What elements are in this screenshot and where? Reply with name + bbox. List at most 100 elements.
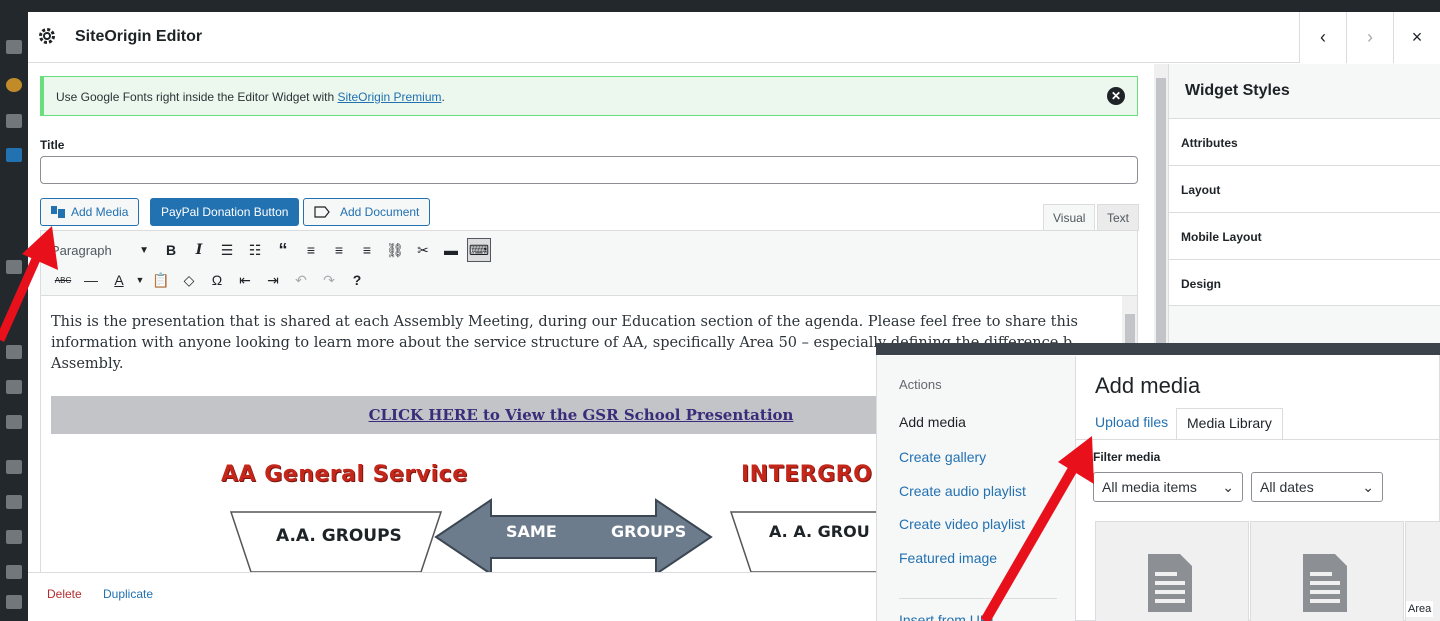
chevron-down-icon: ▼ [139, 244, 149, 256]
text-color-icon[interactable]: A [107, 268, 131, 292]
media-item[interactable] [1095, 521, 1249, 621]
outdent-icon[interactable]: ⇤ [233, 268, 257, 292]
delete-link[interactable]: Delete [47, 587, 82, 601]
format-select-value: Paragraph [51, 242, 112, 258]
diagram-box-right: A. A. GROU [769, 522, 870, 541]
help-icon[interactable]: ? [345, 268, 369, 292]
dismiss-icon[interactable]: ✕ [1107, 87, 1125, 105]
notice-text: Use Google Fonts right inside the Editor… [56, 90, 445, 104]
menu-icon[interactable] [6, 530, 22, 544]
title-input[interactable] [40, 156, 1138, 184]
tab-visual[interactable]: Visual [1043, 204, 1096, 231]
menu-icon[interactable] [6, 495, 22, 509]
duplicate-link[interactable]: Duplicate [103, 587, 153, 601]
sidebar-item-layout[interactable]: Layout [1169, 165, 1440, 212]
menu-icon[interactable] [6, 565, 22, 579]
admin-sidebar [0, 0, 28, 621]
read-more-icon[interactable]: ▬ [439, 238, 463, 262]
menu-item-create-video-playlist[interactable]: Create video playlist [899, 516, 1025, 532]
menu-item-create-audio-playlist[interactable]: Create audio playlist [899, 483, 1026, 499]
sidebar-item-mobile-layout[interactable]: Mobile Layout [1169, 212, 1440, 259]
toolbar-toggle-icon[interactable]: ⌨ [467, 238, 491, 262]
menu-divider [899, 598, 1057, 599]
menu-icon[interactable] [6, 345, 22, 359]
admin-bar [0, 0, 1440, 12]
diagram-arrow-left: SAME [506, 522, 557, 541]
bullet-list-icon[interactable]: ☰ [215, 238, 239, 262]
add-document-label: Add Document [340, 205, 420, 219]
align-center-icon[interactable]: ≡ [327, 238, 351, 262]
filter-media-label: Filter media [1093, 450, 1161, 464]
modal-title: SiteOrigin Editor [75, 28, 203, 45]
clear-formatting-icon[interactable]: ◇ [177, 268, 201, 292]
paste-text-icon[interactable]: 📋 [149, 268, 173, 292]
sidebar-item-attributes[interactable]: Attributes [1169, 118, 1440, 165]
media-type-filter[interactable]: All media items ⌄ [1093, 472, 1243, 502]
title-label: Title [40, 138, 65, 152]
chevron-down-icon: ⌄ [1222, 479, 1234, 495]
unlink-icon[interactable]: ✂ [411, 238, 435, 262]
menu-item-create-gallery[interactable]: Create gallery [899, 449, 986, 465]
horizontal-line-icon[interactable]: — [79, 268, 103, 292]
menu-icon[interactable] [6, 40, 22, 54]
tab-text[interactable]: Text [1097, 204, 1140, 231]
overlay-top-strip [876, 343, 1440, 355]
paypal-donation-button[interactable]: PayPal Donation Button [150, 198, 300, 226]
menu-icon[interactable] [6, 114, 22, 128]
date-filter-value: All dates [1260, 479, 1314, 495]
menu-icon[interactable] [6, 260, 22, 274]
paragraph-end: Assembly. [51, 356, 124, 372]
media-actions-menu: Actions Add media Create gallery Create … [877, 356, 1076, 621]
media-icon [51, 206, 65, 218]
numbered-list-icon[interactable]: ☷ [243, 238, 267, 262]
document-icon [1303, 554, 1347, 612]
presentation-link[interactable]: CLICK HERE to View the GSR School Presen… [369, 406, 794, 424]
menu-item-insert-from-url[interactable]: Insert from URL [899, 612, 998, 621]
chevron-down-icon[interactable]: ▼ [135, 268, 145, 292]
diagram-box-left: A.A. GROUPS [276, 526, 402, 546]
add-media-label: Add Media [71, 205, 129, 219]
italic-icon[interactable]: I [187, 238, 211, 262]
pages-icon[interactable] [6, 148, 22, 162]
tab-divider [1076, 439, 1440, 440]
plugin-icon[interactable] [6, 78, 22, 92]
align-left-icon[interactable]: ≡ [299, 238, 323, 262]
link-icon[interactable]: ⛓ [383, 238, 407, 262]
blockquote-icon[interactable]: “ [271, 238, 295, 262]
close-button[interactable]: × [1393, 12, 1440, 63]
undo-icon[interactable]: ↶ [289, 268, 313, 292]
diagram-right-title: INTERGRO [741, 462, 873, 487]
next-button[interactable]: › [1346, 12, 1393, 63]
tab-upload-files[interactable]: Upload files [1085, 408, 1178, 440]
format-select[interactable]: Paragraph ▼ [47, 238, 157, 262]
bold-icon[interactable]: B [159, 238, 183, 262]
menu-item-featured-image[interactable]: Featured image [899, 550, 997, 566]
sidebar-item-design[interactable]: Design [1169, 259, 1440, 306]
special-character-icon[interactable]: Ω [205, 268, 229, 292]
tab-media-library[interactable]: Media Library [1176, 408, 1283, 440]
add-document-button[interactable]: Add Document [303, 198, 431, 226]
menu-icon[interactable] [6, 380, 22, 394]
paypal-label: PayPal Donation Button [161, 205, 289, 219]
align-right-icon[interactable]: ≡ [355, 238, 379, 262]
prev-button[interactable]: ‹ [1299, 12, 1346, 63]
menu-icon[interactable] [6, 415, 22, 429]
widget-styles-title: Widget Styles [1185, 82, 1290, 99]
add-media-button[interactable]: Add Media [40, 198, 140, 226]
diagram-arrow-right: GROUPS [611, 522, 687, 541]
notice-text-after: . [441, 90, 445, 104]
document-icon [314, 206, 330, 218]
media-item[interactable] [1250, 521, 1404, 621]
strikethrough-icon[interactable]: ABC [51, 268, 75, 292]
indent-icon[interactable]: ⇥ [261, 268, 285, 292]
diagram-left-title: AA General Service [221, 462, 468, 487]
menu-icon[interactable] [6, 460, 22, 474]
redo-icon[interactable]: ↷ [317, 268, 341, 292]
add-media-panel: Actions Add media Create gallery Create … [876, 343, 1440, 621]
menu-item-add-media[interactable]: Add media [899, 414, 966, 430]
media-type-filter-value: All media items [1102, 479, 1197, 495]
date-filter[interactable]: All dates ⌄ [1251, 472, 1383, 502]
media-item[interactable]: Area [1405, 521, 1440, 621]
premium-link[interactable]: SiteOrigin Premium [337, 90, 441, 104]
menu-icon[interactable] [6, 595, 22, 609]
